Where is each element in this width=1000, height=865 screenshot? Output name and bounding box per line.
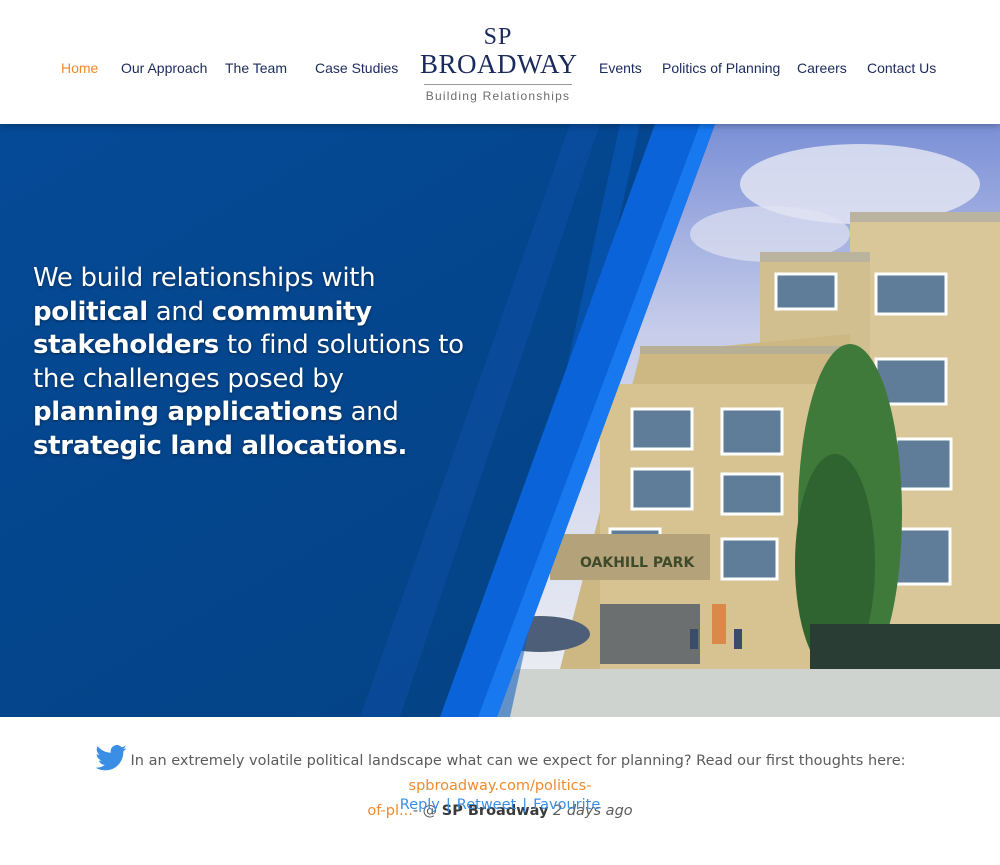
- hero-bold-stakeholders: stakeholders: [33, 330, 219, 360]
- nav-home[interactable]: Home: [61, 60, 98, 76]
- hero-text-4: the challenges posed by: [33, 363, 344, 394]
- tweet-reply-link[interactable]: Reply: [400, 797, 440, 813]
- nav-politics-of-planning[interactable]: Politics of Planning: [662, 60, 780, 76]
- hero-bold-strategic-land: strategic land allocations.: [33, 430, 408, 461]
- nav-case-studies[interactable]: Case Studies: [315, 60, 398, 76]
- logo-sp: SP: [483, 24, 513, 50]
- twitter-bird-icon: [94, 745, 127, 771]
- tweet-text: In an extremely volatile political lands…: [130, 753, 906, 769]
- logo-divider: [424, 84, 572, 85]
- action-separator: |: [522, 797, 528, 813]
- logo-broadway: BROADWAY: [420, 49, 578, 79]
- nav-events[interactable]: Events: [599, 60, 642, 76]
- twitter-feed: In an extremely volatile political lands…: [0, 717, 1000, 865]
- tweet-favourite-link[interactable]: Favourite: [533, 797, 600, 813]
- nav-our-approach[interactable]: Our Approach: [121, 60, 207, 76]
- nav-contact-us[interactable]: Contact Us: [867, 60, 936, 76]
- site-header: Home Our Approach The Team Case Studies …: [0, 0, 1000, 124]
- hero-text-3: to find solutions to: [218, 330, 464, 360]
- hero-text-2: and: [147, 296, 212, 327]
- hero-bold-community: community: [211, 296, 372, 327]
- hero-banner: OAKHILL PARK We build relationships with…: [0, 124, 1000, 717]
- action-separator: |: [445, 797, 451, 813]
- hero-headline: We build relationships with political an…: [33, 262, 493, 463]
- nav-careers[interactable]: Careers: [797, 60, 847, 76]
- hero-text-5: and: [342, 397, 399, 427]
- tweet-actions: Reply | Retweet | Favourite: [0, 797, 1000, 813]
- hero-text-1: We build relationships with: [33, 263, 376, 293]
- tweet-retweet-link[interactable]: Retweet: [457, 797, 516, 813]
- tweet-link-part1[interactable]: spbroadway.com/politics-: [409, 778, 592, 794]
- oakhill-park-sign: OAKHILL PARK: [580, 555, 695, 571]
- site-logo[interactable]: SP BROADWAY Building Relationships: [420, 24, 578, 112]
- logo-tagline: Building Relationships: [425, 89, 571, 103]
- hero-bold-political: political: [33, 296, 148, 327]
- hero-bold-planning-applications: planning applications: [33, 397, 343, 427]
- nav-the-team[interactable]: The Team: [225, 60, 287, 76]
